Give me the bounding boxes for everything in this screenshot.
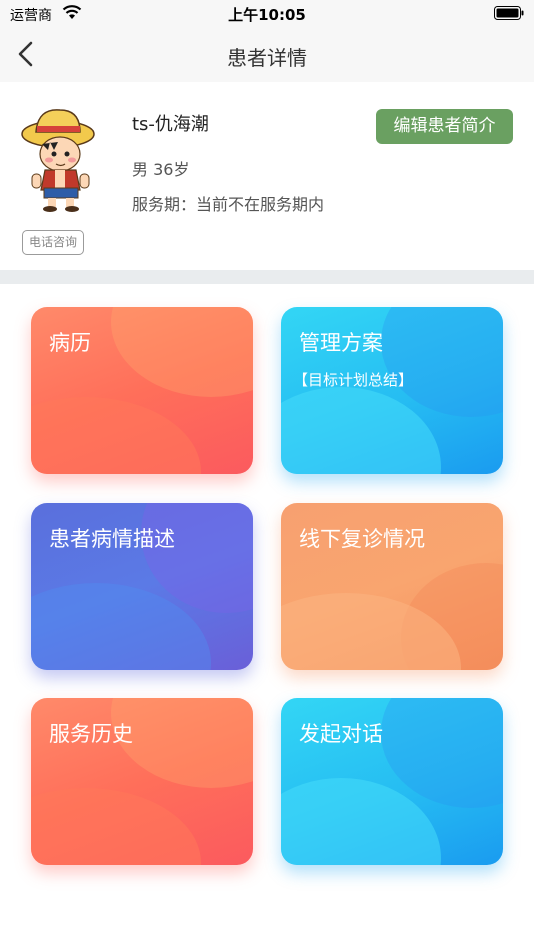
card-decoration [381,307,503,417]
offline-followup-card[interactable]: 线下复诊情况 [281,503,503,670]
card-decoration [31,788,201,865]
patient-gender-age: 男 36岁 [132,160,190,179]
service-period: 服务期：当前不在服务期内 [132,195,325,214]
management-plan-card[interactable]: 管理方案 【目标计划总结】 [281,307,503,474]
patient-profile: ts-仇海潮 男 36岁 服务期：当前不在服务期内 编辑患者简介 电话咨询 [0,82,534,270]
card-decoration [111,307,253,397]
status-bar: 运营商 上午10:05 [0,0,534,28]
battery-icon [494,6,524,20]
phone-consult-tag: 电话咨询 [22,230,85,255]
card-label: 患者病情描述 [49,527,175,551]
service-history-card[interactable]: 服务历史 [31,698,253,865]
patient-name: ts-仇海潮 [132,114,209,135]
status-time: 上午10:05 [228,6,306,24]
card-sublabel: 【目标计划总结】 [293,371,414,389]
start-conversation-card[interactable]: 发起对话 [281,698,503,865]
medical-record-card[interactable]: 病历 [31,307,253,474]
card-decoration [381,698,503,808]
card-label: 病历 [49,331,91,355]
condition-description-card[interactable]: 患者病情描述 [31,503,253,670]
card-label: 服务历史 [49,722,133,746]
edit-profile-button[interactable]: 编辑患者简介 [376,109,513,144]
function-grid: 病历 管理方案 【目标计划总结】 患者病情描述 线下复诊情况 服务历史 发起对话 [0,284,534,950]
card-label: 线下复诊情况 [299,527,425,551]
page-title: 患者详情 [227,46,307,70]
patient-avatar [21,109,95,212]
card-label: 发起对话 [299,722,383,746]
card-label: 管理方案 [299,331,383,355]
card-decoration [31,397,201,474]
section-divider [0,270,534,284]
nav-bar: 患者详情 [0,28,534,82]
